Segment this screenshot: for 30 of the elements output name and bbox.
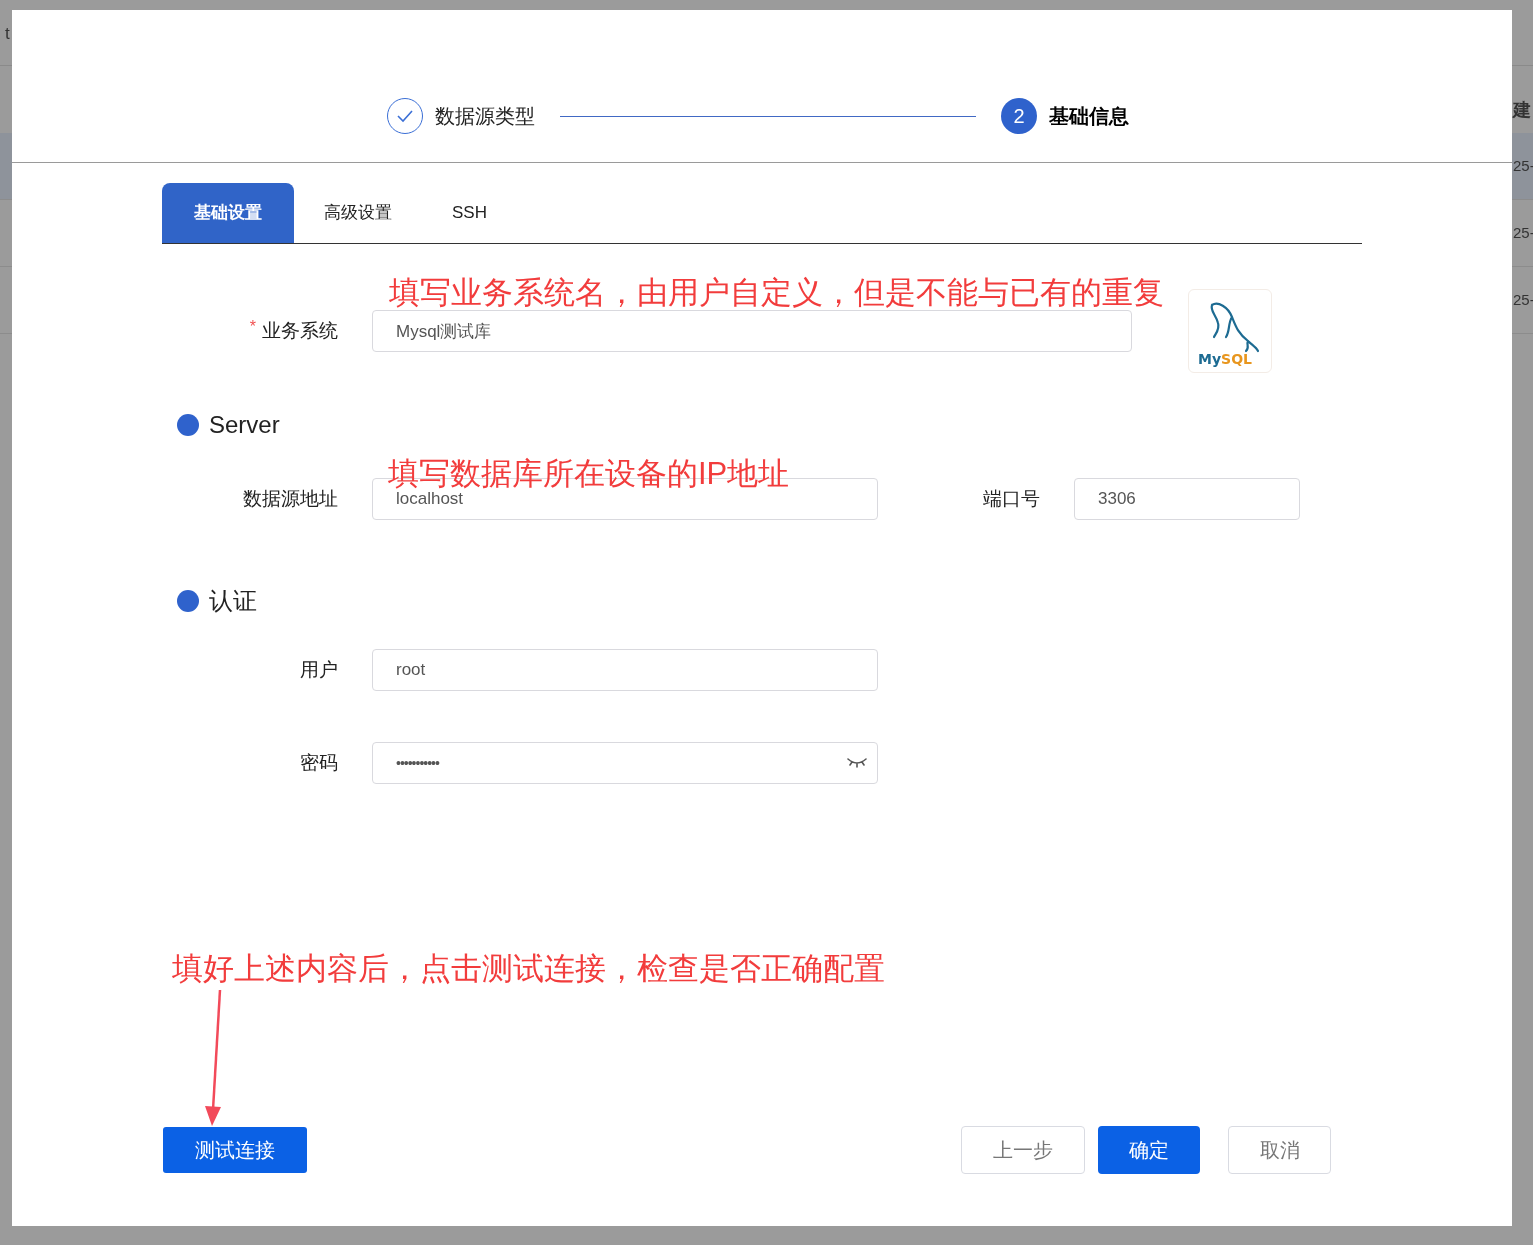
section-heading: 认证 — [209, 586, 257, 616]
confirm-button[interactable]: 确定 — [1098, 1126, 1200, 1174]
field-label: 业务系统 — [262, 318, 338, 343]
annotation-text: 填写业务系统名，由用户自定义，但是不能与已有的重复 — [389, 274, 1164, 312]
username-field[interactable]: root — [372, 649, 878, 691]
step-number: 2 — [1001, 98, 1037, 134]
bullet-icon — [177, 590, 199, 612]
field-label: 密码 — [300, 750, 338, 775]
field-label: 数据源地址 — [243, 486, 338, 511]
required-mark: * — [249, 317, 256, 337]
step-label: 数据源类型 — [435, 104, 535, 129]
tab[interactable]: 高级设置 — [294, 183, 422, 243]
field-label: 端口号 — [983, 486, 1040, 511]
previous-step-button[interactable]: 上一步 — [961, 1126, 1085, 1174]
test-connection-button[interactable]: 测试连接 — [163, 1127, 307, 1173]
bullet-icon — [177, 414, 199, 436]
business-system-field[interactable]: Mysql测试库 — [372, 310, 1132, 352]
column-header: 建 — [1513, 99, 1531, 122]
mysql-logo: MySQL — [1188, 289, 1272, 373]
hidden-eye-icon[interactable] — [847, 756, 867, 770]
step-label: 基础信息 — [1049, 104, 1129, 129]
port-field[interactable]: 3306 — [1074, 478, 1300, 520]
field-label: 用户 — [300, 657, 338, 682]
annotation-text: 填好上述内容后，点击测试连接，检查是否正确配置 — [172, 950, 885, 988]
section-heading: Server — [209, 410, 280, 440]
cancel-button[interactable]: 取消 — [1228, 1126, 1331, 1174]
password-field[interactable]: ••••••••••• — [372, 742, 878, 784]
header-text: t — [5, 22, 10, 45]
tab[interactable]: 基础设置 — [162, 183, 294, 243]
tab[interactable]: SSH — [422, 183, 517, 243]
